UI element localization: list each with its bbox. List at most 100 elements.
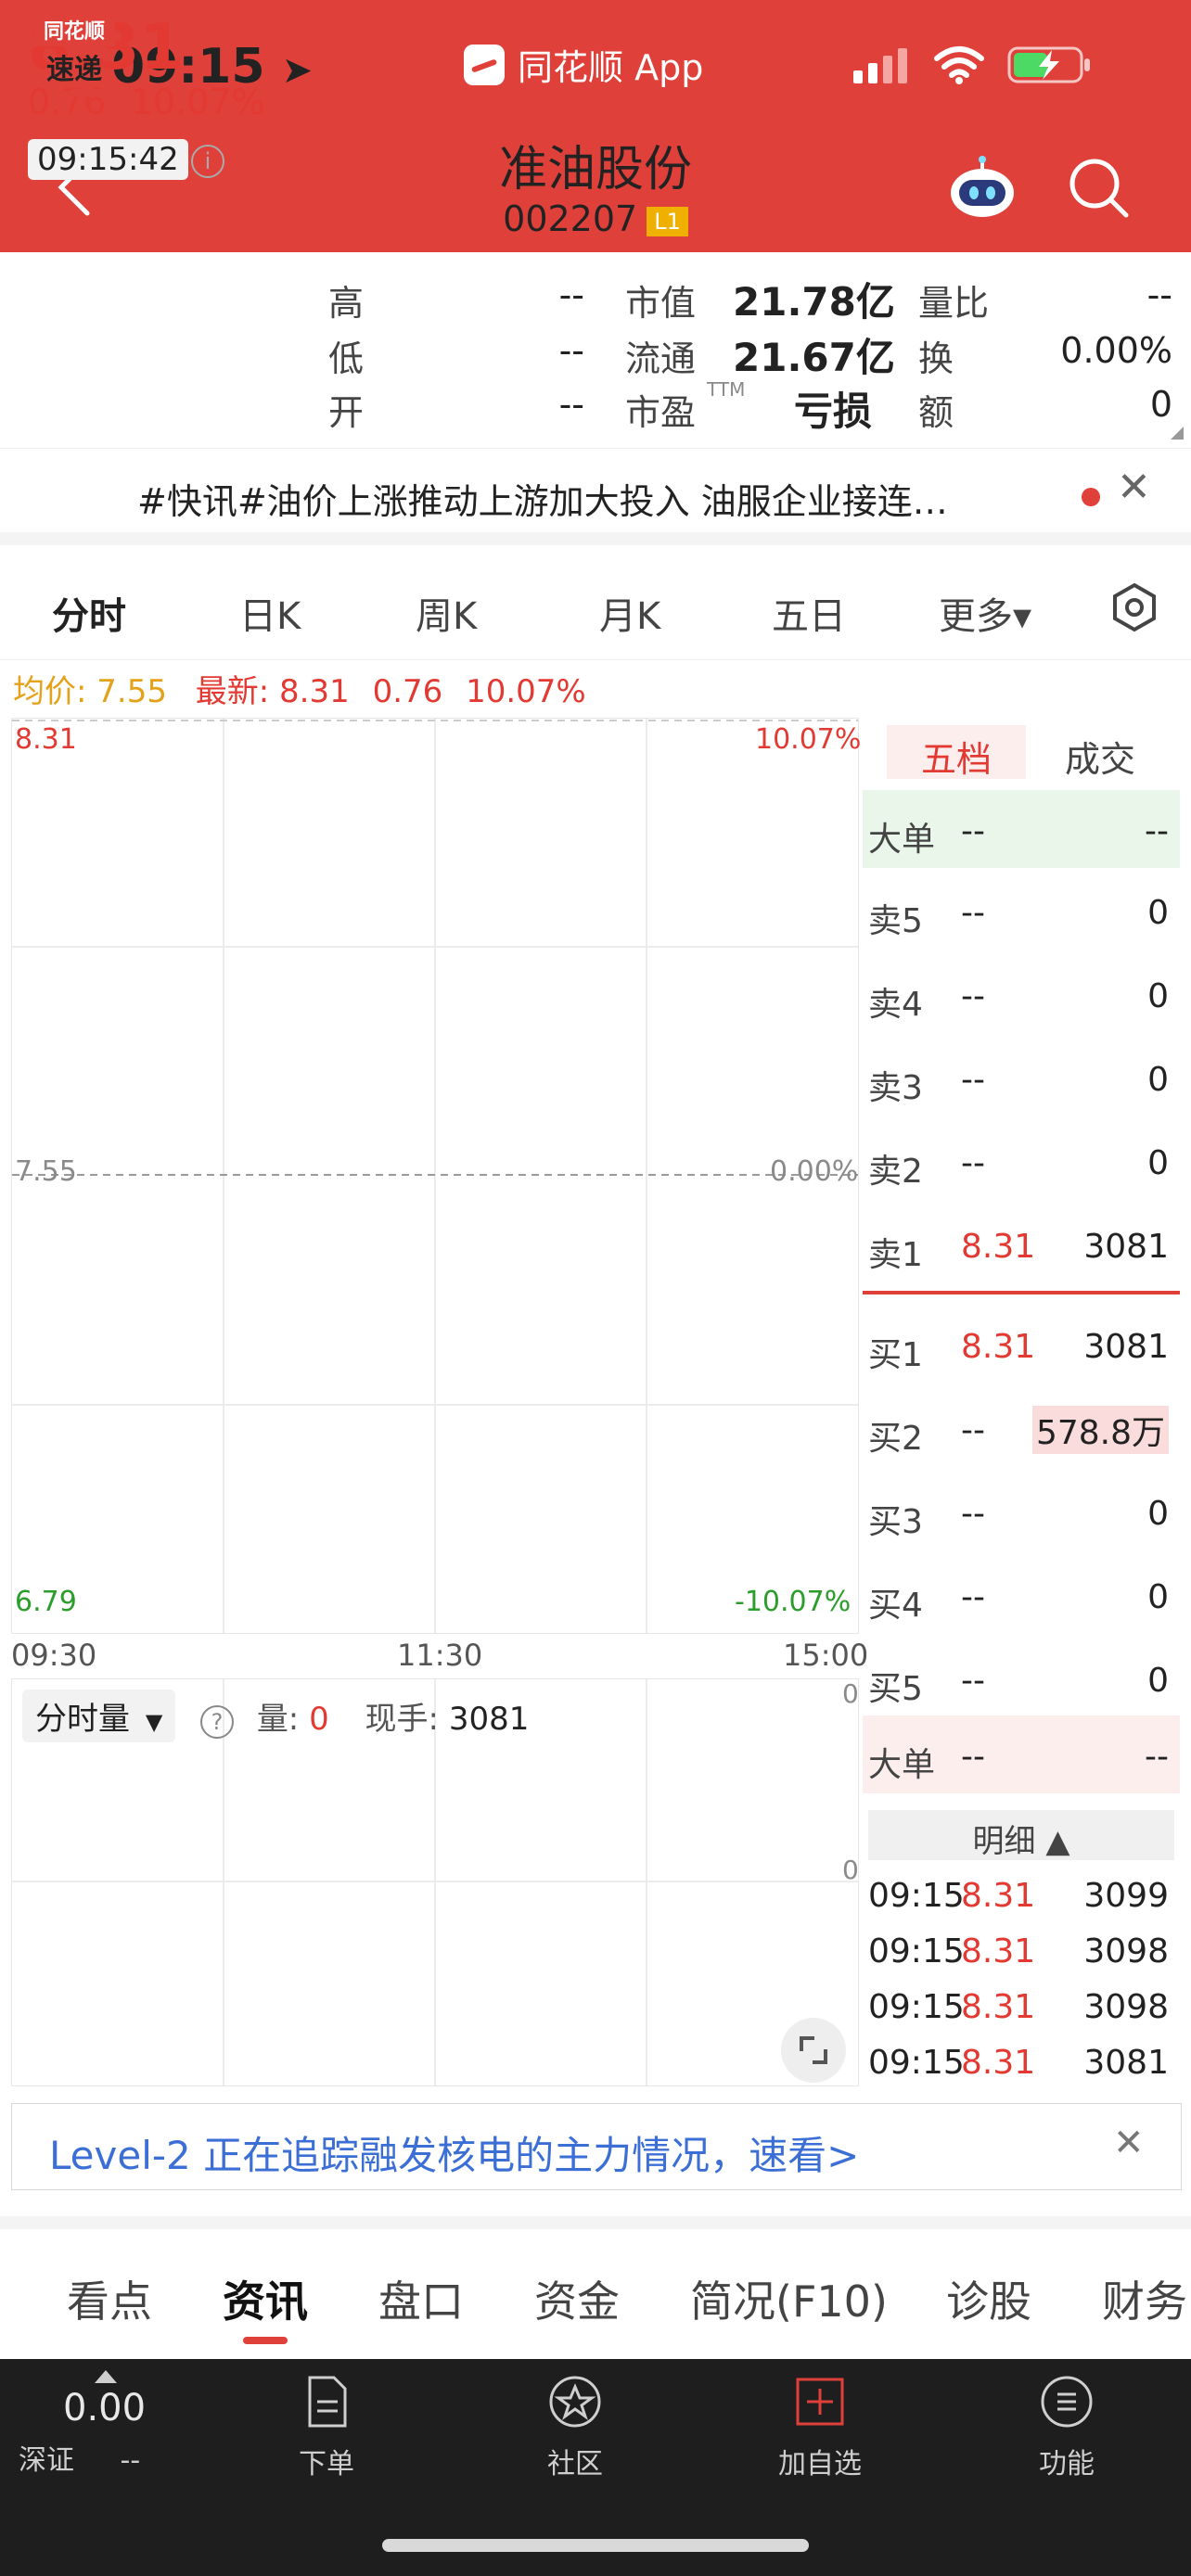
nav-functions[interactable]: 功能 — [983, 2374, 1150, 2481]
change-pct: 10.07% — [130, 82, 265, 122]
tab-monthly-k[interactable]: 月K — [599, 586, 660, 640]
value-low: -- — [558, 330, 584, 371]
level2-promo-banner[interactable]: Level-2 正在追踪融发核电的主力情况，速看> — [11, 2103, 1182, 2190]
index-widget[interactable]: 0.00 深证 -- — [19, 2370, 186, 2478]
big-sell-row: 大单 -- -- — [868, 797, 1174, 862]
app-logo-icon — [464, 44, 505, 85]
sell-1-row[interactable]: 卖1 8.31 3081 — [868, 1213, 1174, 1278]
buy-label: 买2 — [868, 1420, 923, 1458]
vol-label: 量: — [256, 1701, 300, 1738]
tab-five-levels[interactable]: 五档 — [887, 725, 1026, 780]
big-buy-qty: -- — [1145, 1738, 1169, 1776]
buy-label: 买3 — [868, 1503, 923, 1541]
nav-order-label: 下单 — [299, 2448, 354, 2480]
tab-daily-k[interactable]: 日K — [239, 586, 301, 640]
tab-intraday[interactable]: 分时 — [52, 586, 126, 640]
detail-time: 09:15 — [868, 1932, 965, 1970]
tab-trades[interactable]: 成交 — [1065, 731, 1135, 782]
label-high: 高 — [328, 283, 365, 324]
buy-3-row[interactable]: 买3 -- 0 — [868, 1480, 1174, 1545]
chart-mid-pct: 0.00% — [770, 1155, 859, 1188]
sell-qty: 3081 — [1083, 1228, 1169, 1266]
value-turnover: 0.00% — [1060, 330, 1172, 371]
chart-bottom-pct: -10.07% — [735, 1586, 852, 1618]
time-axis-mid: 11:30 — [397, 1638, 483, 1673]
sell-4-row[interactable]: 卖4 -- 0 — [868, 963, 1174, 1027]
corner-expand-icon[interactable] — [1171, 427, 1184, 440]
sell-label: 卖3 — [868, 1069, 923, 1107]
news-headline[interactable]: #快讯#油价上涨推动上游加大投入 油服企业接连… — [137, 473, 1028, 524]
signal-icon — [853, 48, 907, 83]
sell-2-row[interactable]: 卖2 -- 0 — [868, 1129, 1174, 1194]
buy-qty: 0 — [1147, 1662, 1169, 1700]
tab-more[interactable]: 更多▾ — [939, 586, 1031, 640]
label-float-cap: 流通 — [625, 338, 697, 379]
up-arrow-icon — [95, 2370, 117, 2383]
value-amount: 0 — [1149, 384, 1172, 425]
nav-order[interactable]: 下单 — [243, 2374, 410, 2481]
time-axis-start: 09:30 — [11, 1638, 97, 1673]
section-tab-f10[interactable]: 简况(F10) — [690, 2268, 888, 2329]
news-close-button[interactable]: ✕ — [1117, 464, 1151, 511]
add-square-icon — [796, 2378, 844, 2426]
detail-price: 8.31 — [961, 1988, 1036, 2026]
label-market-cap: 市值 — [625, 283, 697, 324]
buy-qty: 0 — [1147, 1578, 1169, 1616]
buy-2-row[interactable]: 买2 -- 578.8万 — [868, 1396, 1174, 1461]
chart-grid — [12, 719, 858, 1633]
detail-qty: 3098 — [1083, 1932, 1169, 1970]
nav-add-watchlist[interactable]: 加自选 — [736, 2374, 903, 2481]
assistant-robot-button[interactable] — [946, 156, 1018, 221]
intraday-chart[interactable] — [11, 718, 859, 1634]
section-tab-handicap[interactable]: 盘口 — [378, 2268, 464, 2329]
section-tab-funds[interactable]: 资金 — [534, 2268, 620, 2329]
help-icon[interactable]: ? — [200, 1705, 234, 1739]
sell-3-row[interactable]: 卖3 -- 0 — [868, 1046, 1174, 1111]
chart-top-price: 8.31 — [15, 723, 77, 756]
info-icon[interactable]: i — [191, 145, 224, 178]
detail-time: 09:15 — [868, 1988, 965, 2026]
value-float-cap: 21.67亿 — [733, 335, 895, 380]
search-button[interactable] — [1067, 156, 1132, 221]
sell-price: -- — [961, 894, 985, 932]
detail-header-button[interactable]: 明细 ▲ — [868, 1810, 1174, 1860]
volume-type-select[interactable]: 分时量 ▼ — [22, 1690, 176, 1742]
buy-5-row[interactable]: 买5 -- 0 — [868, 1647, 1174, 1712]
detail-price: 8.31 — [961, 1877, 1036, 1915]
latest-price: 最新: 8.31 — [195, 673, 350, 710]
section-tab-news[interactable]: 资讯 — [223, 2268, 308, 2329]
fullscreen-button[interactable] — [781, 2018, 846, 2083]
nav-add-watchlist-label: 加自选 — [778, 2448, 862, 2480]
promo-close-button[interactable]: ✕ — [1113, 2122, 1145, 2164]
detail-qty: 3081 — [1083, 2044, 1169, 2082]
tab-five-day[interactable]: 五日 — [772, 586, 846, 640]
promo-text[interactable]: Level-2 正在追踪融发核电的主力情况，速看> — [49, 2124, 859, 2181]
buy-price: -- — [961, 1578, 985, 1616]
hand-label: 现手: — [365, 1701, 440, 1738]
sell-5-row[interactable]: 卖5 -- 0 — [868, 879, 1174, 944]
index-change: -- — [120, 2444, 141, 2477]
chart-price-header: 均价: 7.55 最新: 8.31 0.76 10.07% — [13, 666, 586, 711]
section-tab-underline — [243, 2337, 288, 2344]
sell-qty: 0 — [1147, 1061, 1169, 1099]
section-tab-finance[interactable]: 财务 — [1102, 2268, 1187, 2329]
chart-settings-button[interactable] — [1109, 582, 1159, 632]
nav-community[interactable]: 社区 — [492, 2374, 659, 2481]
section-separator — [0, 2216, 1191, 2229]
chart-top-pct: 10.07% — [755, 723, 862, 756]
change-abs: 0.76 — [28, 82, 107, 122]
buy-4-row[interactable]: 买4 -- 0 — [868, 1563, 1174, 1628]
buy-1-row[interactable]: 买1 8.31 3081 — [868, 1313, 1174, 1378]
label-volume-ratio: 量比 — [918, 283, 990, 324]
orderbook-divider — [863, 1291, 1180, 1294]
buy-label: 买5 — [868, 1670, 923, 1708]
volume-info: ? 量: 0 现手: 3081 — [200, 1693, 529, 1739]
section-tab-highlights[interactable]: 看点 — [67, 2268, 152, 2329]
tab-weekly-k[interactable]: 周K — [416, 586, 477, 640]
section-tab-diagnosis[interactable]: 诊股 — [946, 2268, 1031, 2329]
home-indicator[interactable] — [382, 2539, 809, 2552]
buy-price: 8.31 — [961, 1328, 1036, 1366]
detail-qty: 3099 — [1083, 1877, 1169, 1915]
buy-label: 买1 — [868, 1336, 923, 1374]
buy-price: -- — [961, 1411, 985, 1449]
